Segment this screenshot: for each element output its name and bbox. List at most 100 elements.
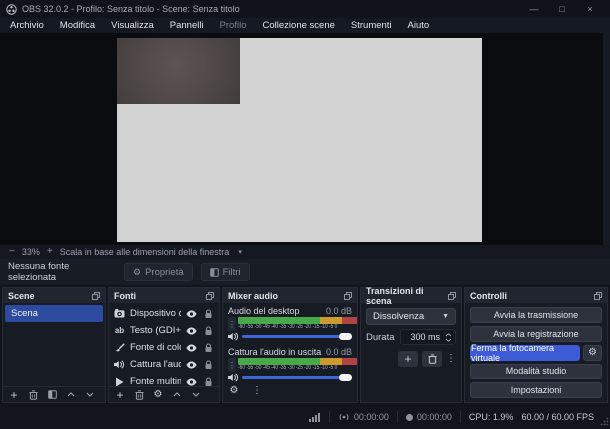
maximize-button[interactable]: □	[548, 0, 576, 18]
dock-float-icon[interactable]	[206, 291, 214, 300]
lock-icon[interactable]	[202, 308, 215, 319]
move-source-down-button[interactable]	[191, 392, 201, 397]
remove-scene-button[interactable]	[28, 389, 38, 400]
scene-canvas[interactable]	[117, 38, 482, 242]
menu-profilo[interactable]: Profilo	[212, 18, 255, 33]
properties-button[interactable]: ⚙ Proprietà	[124, 263, 193, 281]
eye-icon[interactable]	[185, 344, 198, 352]
speaker-icon[interactable]	[228, 373, 239, 382]
cpu-usage: CPU: 1.9%	[468, 412, 514, 422]
text-source-icon: ab	[114, 326, 125, 335]
source-item-media[interactable]: Fonte multime	[109, 373, 219, 386]
duration-label: Durata	[366, 331, 395, 343]
menu-aiuto[interactable]: Aiuto	[400, 18, 438, 33]
close-button[interactable]: ×	[576, 0, 604, 18]
color-source-icon	[113, 342, 126, 353]
mixer-channel-desktop-audio: Audio del desktop 0.0 dB ⋮ -60 -55 -50 -…	[228, 306, 357, 341]
preview-area[interactable]	[0, 33, 610, 245]
menu-collezione-scene[interactable]: Collezione scene	[255, 18, 343, 33]
duration-spinbox[interactable]: 300 ms	[399, 329, 456, 345]
remove-transition-button[interactable]	[422, 351, 442, 367]
menu-archivio[interactable]: Archivio	[2, 18, 52, 33]
eye-icon[interactable]	[185, 310, 198, 318]
dock-float-icon[interactable]	[448, 291, 456, 300]
stop-virtual-camera-button[interactable]: Ferma la fotocamera virtuale	[470, 343, 580, 363]
move-scene-up-button[interactable]	[66, 392, 76, 397]
move-scene-down-button[interactable]	[85, 392, 95, 397]
channel-name: Cattura l'audio in uscita	[228, 347, 322, 357]
resize-grip-icon[interactable]	[600, 417, 609, 428]
menu-pannelli[interactable]: Pannelli	[162, 18, 212, 33]
settings-button[interactable]: Impostazioni	[470, 382, 602, 398]
scene-filters-button[interactable]	[47, 390, 57, 399]
preview-edge	[603, 33, 610, 245]
stream-timer: 00:00:00	[338, 412, 389, 422]
zoom-level: 33%	[21, 247, 40, 257]
mixer-footer: ⚙ ⋮	[223, 382, 357, 400]
minimize-button[interactable]: —	[520, 0, 548, 18]
zoom-out-button[interactable]: −	[9, 247, 15, 257]
fps-counter: 60.00 / 60.00 FPS	[521, 412, 594, 422]
dock-float-icon[interactable]	[92, 291, 100, 300]
scene-list-item[interactable]: Scena	[5, 305, 103, 322]
virtual-camera-settings-button[interactable]: ⚙	[583, 344, 602, 361]
sources-panel-header[interactable]: Fonti	[109, 288, 219, 303]
mixer-settings-button[interactable]: ⚙	[229, 386, 239, 396]
menu-modifica[interactable]: Modifica	[52, 18, 103, 33]
volume-meter	[238, 358, 357, 365]
mixer-channels: Audio del desktop 0.0 dB ⋮ -60 -55 -50 -…	[223, 303, 357, 402]
channel-drag-handle[interactable]: ⋮	[228, 317, 236, 331]
add-source-button[interactable]: +	[115, 389, 125, 401]
add-scene-button[interactable]: +	[9, 389, 19, 401]
chevron-down-icon[interactable]: ▾	[238, 248, 242, 256]
transition-menu-button[interactable]: ⋮	[446, 354, 456, 364]
menu-visualizza[interactable]: Visualizza	[103, 18, 162, 33]
move-source-up-button[interactable]	[172, 392, 182, 397]
scale-mode-label[interactable]: Scala in base alle dimensioni della fine…	[60, 247, 230, 257]
remove-source-button[interactable]	[134, 389, 144, 400]
speaker-icon[interactable]	[228, 332, 239, 341]
media-source-icon	[113, 377, 126, 386]
channel-volume-db: 0.0 dB	[325, 347, 352, 357]
lock-icon[interactable]	[202, 376, 215, 387]
title-bar[interactable]: OBS 32.0.2 - Profilo: Senza titolo - Sce…	[0, 0, 610, 18]
zoom-in-button[interactable]: +	[47, 247, 53, 257]
start-streaming-button[interactable]: Avvia la trasmissione	[470, 307, 602, 323]
webcam-source-preview[interactable]	[117, 38, 240, 104]
eye-icon[interactable]	[185, 378, 198, 386]
scenes-panel-header[interactable]: Scene	[3, 288, 105, 303]
audio-mixer-panel: Mixer audio Audio del desktop 0.0 dB ⋮ -…	[222, 287, 358, 403]
volume-slider-handle[interactable]	[339, 333, 352, 340]
meter-scale: -60 -55 -50 -45 -40 -35 -30 -25 -20 -15 …	[238, 324, 338, 330]
scenes-panel: Scene Scena +	[2, 287, 106, 403]
controls-panel: Controlli Avvia la trasmissione Avvia la…	[464, 287, 608, 403]
volume-slider-handle[interactable]	[339, 374, 352, 381]
controls-panel-header[interactable]: Controlli	[465, 288, 607, 303]
filters-button[interactable]: Filtri	[200, 263, 250, 281]
source-item-video-device[interactable]: Dispositivo di c	[109, 305, 219, 322]
lock-icon[interactable]	[202, 325, 215, 336]
studio-mode-button[interactable]: Modalità studio	[470, 363, 602, 380]
dock-float-icon[interactable]	[344, 291, 352, 300]
mixer-menu-button[interactable]: ⋮	[252, 386, 262, 396]
transitions-panel-header[interactable]: Transizioni di scena	[361, 286, 461, 306]
lock-icon[interactable]	[202, 342, 215, 353]
source-item-color[interactable]: Fonte di colore	[109, 339, 219, 356]
mixer-panel-header[interactable]: Mixer audio	[223, 288, 357, 303]
record-icon	[405, 413, 413, 421]
channel-name: Audio del desktop	[228, 306, 300, 316]
source-properties-button[interactable]: ⚙	[153, 389, 163, 400]
menu-strumenti[interactable]: Strumenti	[343, 18, 400, 33]
eye-icon[interactable]	[185, 361, 198, 369]
lock-icon[interactable]	[202, 359, 215, 370]
eye-icon[interactable]	[185, 327, 198, 335]
volume-slider[interactable]	[242, 373, 352, 382]
source-item-text[interactable]: ab Testo (GDI+)	[109, 322, 219, 339]
channel-drag-handle[interactable]: ⋮	[228, 358, 236, 372]
add-transition-button[interactable]: +	[398, 351, 418, 367]
transition-select[interactable]: Dissolvenza ▼	[366, 308, 456, 325]
dock-float-icon[interactable]	[594, 291, 602, 300]
start-recording-button[interactable]: Avvia la registrazione	[470, 325, 602, 342]
source-item-audio-capture[interactable]: Cattura l'audio	[109, 356, 219, 373]
volume-slider[interactable]	[242, 332, 352, 341]
